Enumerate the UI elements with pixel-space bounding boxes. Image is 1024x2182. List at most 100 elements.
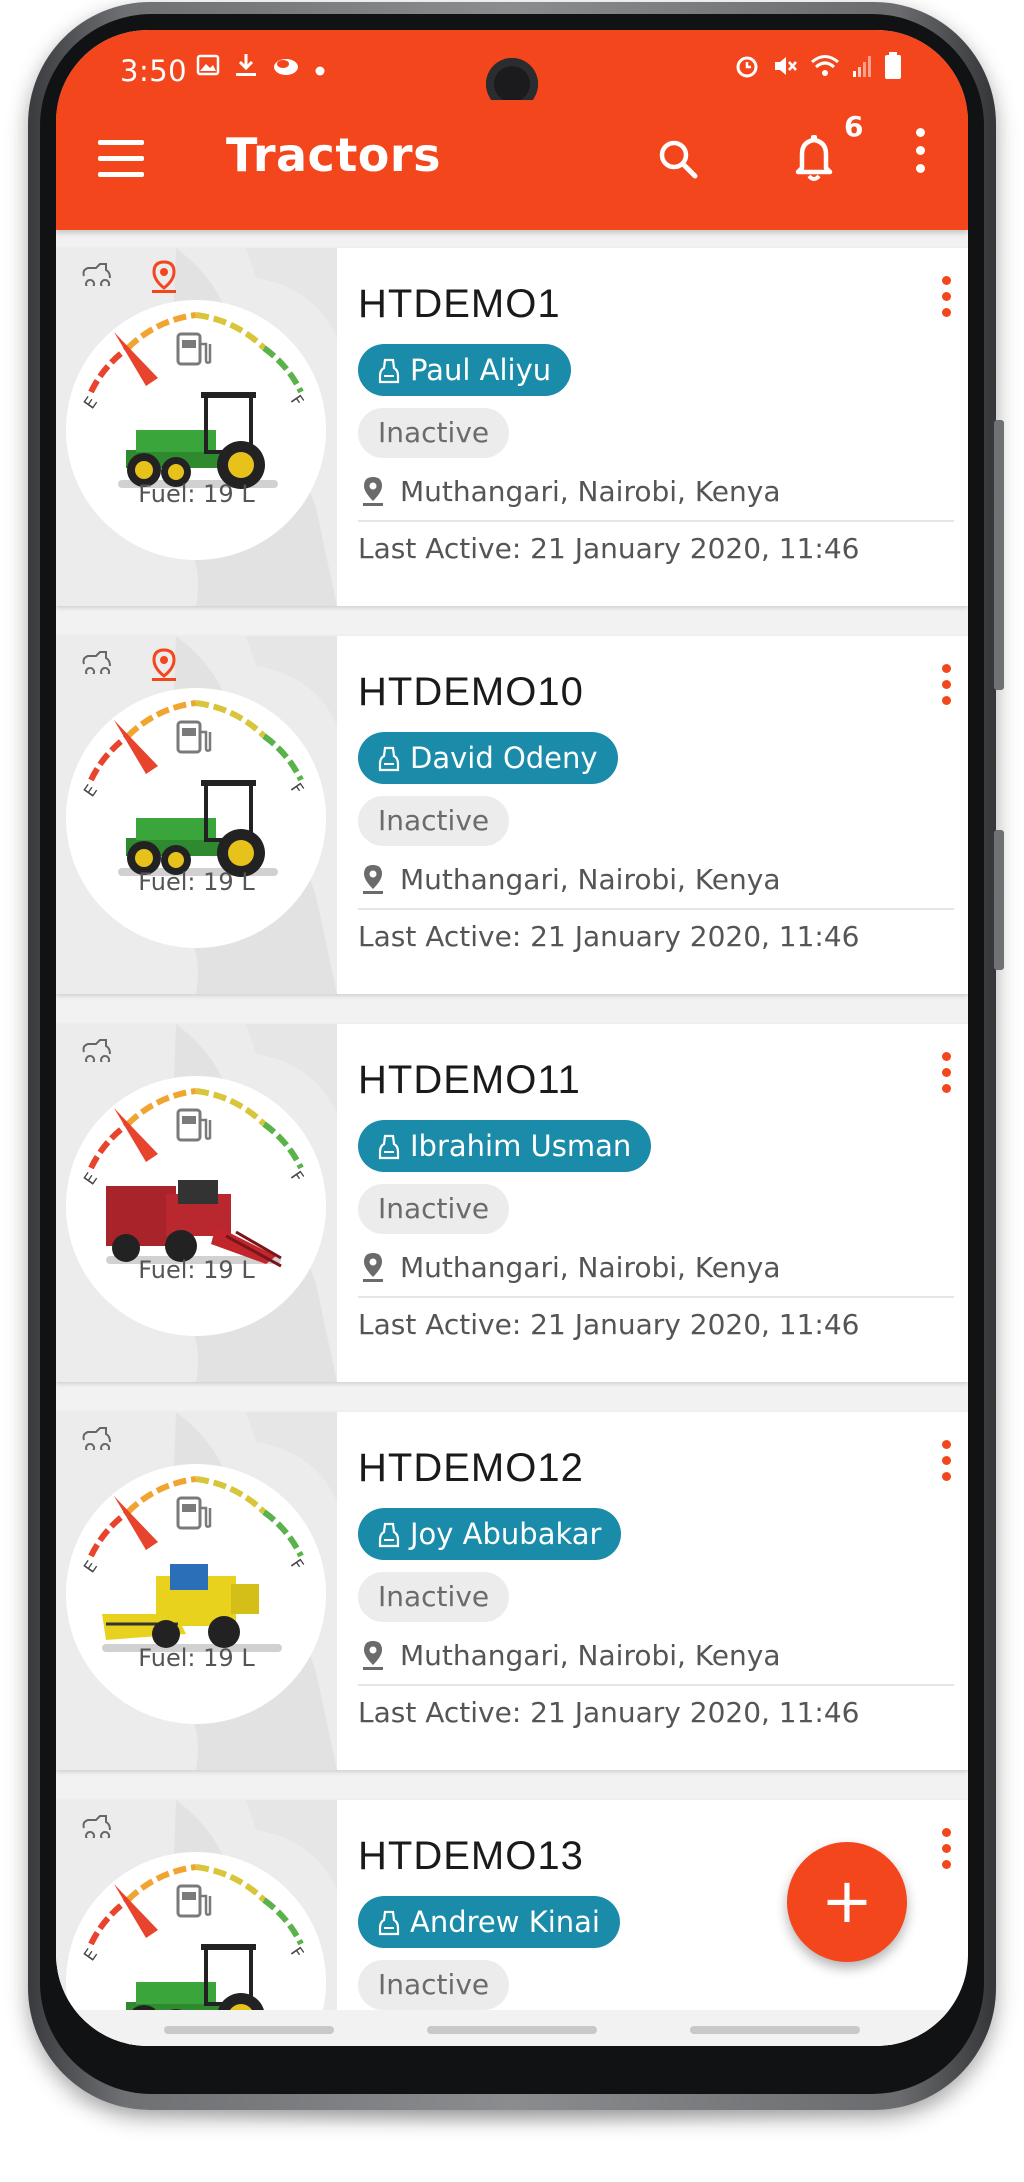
last-active-text: Last Active: 21 January 2020, 11:46 bbox=[358, 1308, 860, 1341]
nav-home-pill[interactable] bbox=[427, 2026, 597, 2034]
status-icons-left bbox=[196, 52, 326, 85]
dot bbox=[941, 1860, 951, 1869]
search-button[interactable] bbox=[649, 130, 709, 190]
dot bbox=[941, 308, 951, 317]
tractor-name: HTDEMO12 bbox=[358, 1446, 584, 1490]
operator-chip[interactable]: Andrew Kinai bbox=[358, 1896, 620, 1948]
svg-text:F: F bbox=[287, 1555, 308, 1573]
wifi-icon bbox=[810, 53, 840, 86]
operator-icon bbox=[378, 1910, 400, 1936]
status-badge: Inactive bbox=[358, 1184, 510, 1234]
last-active-text: Last Active: 21 January 2020, 11:46 bbox=[358, 1696, 860, 1729]
card-details: HTDEMO11 Ibrahim Usman Inactive Muthanga… bbox=[358, 1024, 958, 1382]
tractor-name: HTDEMO10 bbox=[358, 670, 584, 714]
operator-chip[interactable]: Ibrahim Usman bbox=[358, 1120, 652, 1172]
svg-text:F: F bbox=[287, 1167, 308, 1185]
tractor-card[interactable]: E F Fuel: 19 L HTDEM bbox=[56, 1412, 968, 1770]
divider bbox=[358, 908, 954, 910]
menu-bar bbox=[98, 156, 144, 161]
location-icon bbox=[363, 1641, 383, 1670]
tractor-outline-icon bbox=[80, 1424, 114, 1454]
gauge-dial: E F bbox=[80, 700, 308, 877]
mute-icon bbox=[772, 53, 798, 86]
menu-bar bbox=[98, 172, 144, 177]
location-pin-icon[interactable] bbox=[150, 260, 178, 298]
signal-icon bbox=[852, 53, 872, 86]
dot bbox=[941, 1052, 951, 1061]
tractor-list: E F Fuel: 19 L HTDEMO1 Paul Aliyu Inacti… bbox=[56, 248, 968, 2046]
operator-icon bbox=[378, 1134, 400, 1160]
fuel-gauge-panel: E F Fuel: 19 L bbox=[56, 248, 337, 606]
fuel-pump-icon bbox=[176, 720, 212, 754]
red-harvester-image bbox=[106, 1180, 282, 1268]
tractor-card[interactable]: E F Fuel: 19 L bbox=[56, 636, 968, 994]
location-row: Muthangari, Nairobi, Kenya bbox=[362, 468, 781, 514]
fuel-gauge: E F bbox=[66, 1076, 326, 1336]
tractor-outline-icon bbox=[80, 260, 114, 298]
card-left-icons bbox=[80, 648, 178, 686]
divider bbox=[358, 520, 954, 522]
fuel-label: Fuel: 19 L bbox=[138, 480, 255, 508]
green-tractor-image bbox=[118, 392, 278, 489]
status-time: 3:50 bbox=[120, 54, 188, 88]
operator-name: David Odeny bbox=[410, 741, 598, 775]
tractor-name: HTDEMO1 bbox=[358, 282, 561, 326]
plus-icon: + bbox=[821, 1864, 873, 1937]
dot bbox=[941, 292, 951, 301]
operator-icon bbox=[378, 1522, 400, 1548]
location-icon bbox=[363, 477, 383, 506]
dot bbox=[915, 146, 925, 155]
status-bar: 3:50 bbox=[56, 30, 968, 110]
tractor-name: HTDEMO13 bbox=[358, 1834, 584, 1878]
status-badge: Inactive bbox=[358, 1960, 510, 2010]
dot bbox=[941, 276, 951, 285]
screen: 3:50 Tractors 6 E F Fuel: 19 L HTDEMO1 P… bbox=[56, 30, 968, 2046]
nav-recent-pill[interactable] bbox=[164, 2026, 334, 2034]
card-overflow-menu[interactable] bbox=[936, 1440, 956, 1490]
svg-text:F: F bbox=[287, 779, 308, 797]
power-button bbox=[994, 830, 1004, 970]
fuel-gauge: E F bbox=[66, 688, 326, 948]
add-tractor-button[interactable]: + bbox=[787, 1842, 907, 1962]
menu-bar bbox=[98, 140, 144, 145]
alarm-icon bbox=[734, 53, 760, 86]
svg-text:E: E bbox=[80, 393, 101, 412]
notifications-button[interactable] bbox=[784, 126, 844, 190]
operator-chip[interactable]: Paul Aliyu bbox=[358, 344, 572, 396]
operator-chip[interactable]: Joy Abubakar bbox=[358, 1508, 622, 1560]
tractor-outline-icon bbox=[80, 1036, 114, 1066]
dot bbox=[941, 1472, 951, 1481]
fuel-gauge: E F bbox=[66, 300, 326, 560]
dot bbox=[915, 164, 925, 173]
fuel-pump-icon bbox=[176, 1496, 212, 1530]
card-left-icons bbox=[80, 260, 178, 298]
card-overflow-menu[interactable] bbox=[936, 1052, 956, 1102]
card-left-icons bbox=[80, 1036, 114, 1066]
location-pin-icon[interactable] bbox=[150, 648, 178, 686]
gauge-dial: E F bbox=[80, 312, 308, 489]
menu-button[interactable] bbox=[98, 140, 144, 180]
volume-button bbox=[994, 420, 1004, 690]
overflow-menu-button[interactable] bbox=[908, 128, 932, 192]
divider bbox=[358, 1684, 954, 1686]
system-nav-bar bbox=[56, 2010, 968, 2046]
last-active-text: Last Active: 21 January 2020, 11:46 bbox=[358, 920, 860, 953]
card-overflow-menu[interactable] bbox=[936, 1828, 956, 1878]
dot bbox=[941, 680, 951, 689]
location-text: Muthangari, Nairobi, Kenya bbox=[400, 1638, 781, 1672]
location-text: Muthangari, Nairobi, Kenya bbox=[400, 862, 781, 896]
fuel-pump-icon bbox=[176, 332, 212, 366]
nav-back-pill[interactable] bbox=[690, 2026, 860, 2034]
operator-icon bbox=[378, 358, 400, 384]
status-badge: Inactive bbox=[358, 796, 510, 846]
tractor-card[interactable]: E F Fuel: 19 L bbox=[56, 248, 968, 606]
card-left-icons bbox=[80, 1424, 114, 1454]
tractor-card[interactable]: E F Fuel: 19 L HTDEM bbox=[56, 1024, 968, 1382]
card-left-icons bbox=[80, 1812, 114, 1842]
battery-icon bbox=[884, 52, 902, 87]
card-overflow-menu[interactable] bbox=[936, 276, 956, 326]
operator-chip[interactable]: David Odeny bbox=[358, 732, 618, 784]
card-overflow-menu[interactable] bbox=[936, 664, 956, 714]
svg-text:E: E bbox=[80, 1169, 101, 1188]
dot bbox=[941, 1456, 951, 1465]
